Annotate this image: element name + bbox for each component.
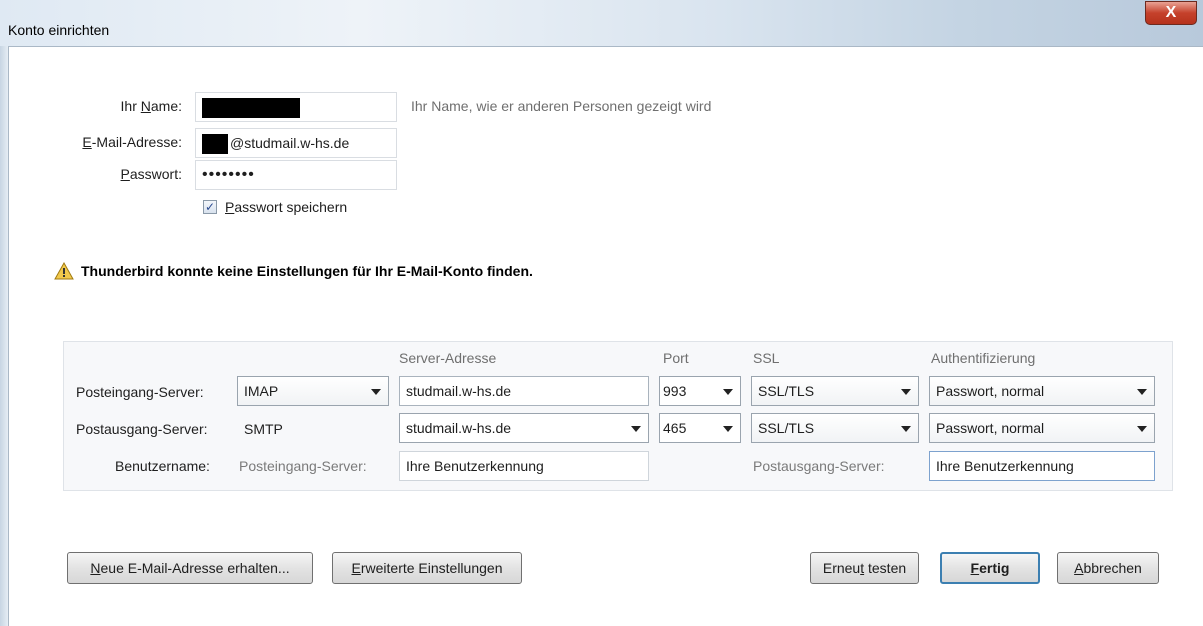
email-label: E-Mail-Adresse: (82, 134, 182, 150)
redacted-block (202, 134, 228, 155)
outgoing-auth-select[interactable]: Passwort, normal (929, 413, 1155, 443)
new-email-address-button[interactable]: Neue E-Mail-Adresse erhalten... (67, 552, 313, 584)
column-header-ssl: SSL (753, 350, 780, 366)
name-label: Ihr Name: (120, 98, 182, 114)
incoming-ssl-select[interactable]: SSL/TLS (751, 376, 919, 406)
column-header-address: Server-Adresse (399, 350, 497, 366)
chevron-down-icon (901, 389, 911, 395)
chevron-down-icon (901, 426, 911, 432)
chevron-down-icon (723, 426, 733, 432)
outgoing-port-select[interactable]: 465 (659, 413, 741, 443)
redacted-block (202, 98, 300, 119)
column-header-port: Port (663, 350, 689, 366)
username-incoming-label: Posteingang-Server: (239, 458, 367, 474)
outgoing-address-combo[interactable]: studmail.w-hs.de (399, 413, 649, 443)
chevron-down-icon (1137, 389, 1147, 395)
incoming-server-label: Posteingang-Server: (76, 384, 204, 400)
incoming-port-select[interactable]: 993 (659, 376, 741, 406)
cancel-button[interactable]: Abbrechen (1057, 552, 1159, 584)
outgoing-protocol: SMTP (244, 421, 283, 437)
password-label: Passwort: (120, 166, 182, 182)
outgoing-ssl-select[interactable]: SSL/TLS (751, 413, 919, 443)
retest-button[interactable]: Erneut testen (810, 552, 919, 584)
name-field[interactable] (195, 92, 397, 122)
window-title: Konto einrichten (8, 22, 110, 38)
outgoing-username-input[interactable]: Ihre Benutzerkennung (929, 451, 1155, 481)
close-button[interactable]: X (1145, 1, 1197, 25)
remember-password-checkbox[interactable]: ✓ (203, 200, 217, 214)
name-hint: Ihr Name, wie er anderen Personen gezeig… (411, 98, 712, 114)
warning-message: Thunderbird konnte keine Einstellungen f… (81, 263, 533, 279)
done-button[interactable]: Fertig (940, 552, 1040, 584)
email-field[interactable]: @studmail.w-hs.de (195, 128, 397, 158)
incoming-username-input[interactable]: Ihre Benutzerkennung (399, 451, 649, 481)
chevron-down-icon (631, 426, 641, 432)
server-settings-panel: Server-Adresse Port SSL Authentifizierun… (63, 341, 1173, 491)
window-frame-left (0, 46, 9, 626)
advanced-settings-button[interactable]: Erweiterte Einstellungen (332, 552, 522, 584)
remember-password-label[interactable]: Passwort speichern (225, 199, 347, 215)
password-field[interactable]: •••••••• (195, 160, 397, 190)
username-label: Benutzername: (115, 458, 210, 474)
chevron-down-icon (723, 389, 733, 395)
incoming-protocol-select[interactable]: IMAP (237, 376, 389, 406)
title-bar: Konto einrichten X (0, 0, 1203, 47)
warning-triangle-icon (54, 262, 74, 280)
username-outgoing-label: Postausgang-Server: (753, 458, 885, 474)
chevron-down-icon (371, 389, 381, 395)
column-header-auth: Authentifizierung (931, 350, 1036, 366)
outgoing-server-label: Postausgang-Server: (76, 421, 208, 437)
email-value: @studmail.w-hs.de (230, 135, 350, 151)
dialog-body: Ihr Name: Ihr Name, wie er anderen Perso… (9, 47, 1203, 626)
incoming-address-input[interactable]: studmail.w-hs.de (399, 376, 649, 406)
incoming-auth-select[interactable]: Passwort, normal (929, 376, 1155, 406)
close-icon: X (1165, 4, 1177, 21)
chevron-down-icon (1137, 426, 1147, 432)
